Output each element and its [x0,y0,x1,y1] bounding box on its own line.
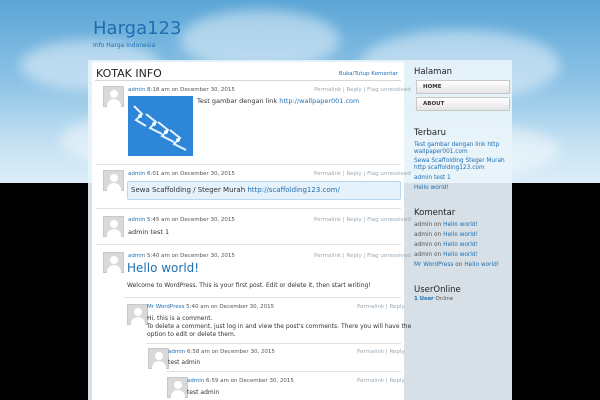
reply-link[interactable]: Reply [346,217,361,223]
recent-post-item[interactable]: admin test 1 [414,175,451,182]
permalink-link[interactable]: Permalink [314,217,341,223]
reply-link[interactable]: Reply [389,349,404,355]
sidebar-title-useronline: UserOnline [414,285,461,295]
comment-author[interactable]: admin [128,217,145,223]
nav-home-button[interactable]: HOME [416,80,510,94]
comment-text: Test gambar dengan link http://wallpaper… [197,97,360,105]
comment-meta: admin 6:01 am on December 30, 2015 [128,171,235,177]
reply-link[interactable]: Reply [346,87,361,93]
sidebar-title-halaman: Halaman [414,67,453,77]
avatar [103,252,124,273]
comment-actions: Permalink | Reply [357,378,405,384]
comment-text: test admin [187,389,220,396]
sidebar-title-terbaru: Terbaru [414,128,446,138]
comment-actions: Permalink | Reply [357,349,405,355]
reply-link[interactable]: Reply [389,304,404,310]
divider [96,208,401,209]
comment-text: To delete a comment, just log in and vie… [147,323,412,330]
comment-author[interactable]: admin [187,378,204,384]
reply-link[interactable]: Reply [346,171,361,177]
toggle-comments-link[interactable]: Buka/Tutup Komentar [339,71,398,77]
site-description: Info Harga Indonesia [93,42,156,49]
comment-text: Sewa Scaffolding / Steger Murah http://s… [131,186,340,194]
page-title: KOTAK INFO [96,67,162,80]
post-heading[interactable]: Hello world! [127,261,199,275]
comment-actions: Permalink | Reply | Flag unresolved [314,87,411,93]
reply-link[interactable]: Reply [346,253,361,259]
recent-comment-link[interactable]: Hello world! [443,232,478,238]
nav-about-button[interactable]: ABOUT [416,97,510,111]
permalink-link[interactable]: Permalink [357,304,384,310]
recent-comment-item: admin on Hello world! [414,232,478,238]
recent-comment-link[interactable]: Hello world! [443,242,478,248]
site-title[interactable]: Harga123 [93,18,181,39]
comment-text: admin test 1 [128,228,170,236]
avatar [167,377,188,398]
flag-link[interactable]: Flag unresolved [367,217,411,223]
users-online-count: 1 User Online [414,296,454,302]
comment-text: Hi, this is a comment. [147,315,213,322]
comment-actions: Permalink | Reply | Flag unresolved [314,253,411,259]
avatar [103,170,124,191]
recent-comment-item: admin on Hello world! [414,222,478,228]
comment-author[interactable]: admin [168,349,185,355]
comment-meta: admin 8:18 am on December 30, 2015 [128,87,235,93]
recent-comment-link[interactable]: Hello world! [464,262,499,268]
comment-text: Welcome to WordPress. This is your first… [127,282,371,289]
recent-post-item[interactable]: Hello world! [414,185,449,192]
flag-link[interactable]: Flag unresolved [367,253,411,259]
comment-actions: Permalink | Reply [357,304,405,310]
recent-post-item[interactable]: Test gambar dengan link http wallpaper00… [414,142,510,156]
reply-link[interactable]: Reply [389,378,404,384]
site-header: Harga123 Info Harga Indonesia [93,18,181,49]
recent-comment-link[interactable]: Hello world! [443,222,478,228]
comment-link[interactable]: http://wallpaper001.com [279,97,359,105]
divider [96,244,401,245]
recent-comment-item: admin on Hello world! [414,252,478,258]
recent-comment-item: Mr WordPress on Hello world! [414,262,500,268]
comment-meta: admin 6:58 am on December 30, 2015 [168,349,275,355]
comment-meta: admin 6:59 am on December 30, 2015 [187,378,294,384]
recent-comment-link[interactable]: Hello world! [443,252,478,258]
permalink-link[interactable]: Permalink [314,87,341,93]
comment-author[interactable]: Mr WordPress [147,304,184,310]
permalink-link[interactable]: Permalink [357,349,384,355]
flag-link[interactable]: Flag unresolved [367,87,411,93]
avatar [148,348,169,369]
comment-actions: Permalink | Reply | Flag unresolved [314,171,411,177]
divider [124,297,401,298]
main-header: KOTAK INFO Buka/Tutup Komentar [95,65,401,81]
comment-text: option to edit or delete them. [147,331,236,338]
permalink-link[interactable]: Permalink [357,378,384,384]
comment-link[interactable]: http://scaffolding123.com/ [247,186,339,194]
avatar [103,216,124,237]
comment-meta: Mr WordPress 5:40 am on December 30, 201… [147,304,275,310]
wallpaper-image[interactable] [128,96,193,156]
permalink-link[interactable]: Permalink [314,171,341,177]
avatar [127,304,148,325]
recent-post-item[interactable]: Sewa Scaffolding Steger Murah http scaff… [414,158,510,172]
divider [146,343,401,344]
comment-author[interactable]: admin [128,87,145,93]
flag-link[interactable]: Flag unresolved [367,171,411,177]
comment-text: test admin [168,359,201,366]
comment-actions: Permalink | Reply | Flag unresolved [314,217,411,223]
comment-author[interactable]: admin [128,171,145,177]
recent-comment-item: admin on Hello world! [414,242,478,248]
comment-author[interactable]: admin [128,253,145,259]
divider [166,371,401,372]
permalink-link[interactable]: Permalink [314,253,341,259]
avatar [103,86,124,107]
divider [96,164,401,165]
sidebar-title-komentar: Komentar [414,208,456,218]
comment-meta: admin 5:45 am on December 30, 2015 [128,217,235,223]
comment-meta: admin 5:40 am on December 30, 2015 [128,253,235,259]
